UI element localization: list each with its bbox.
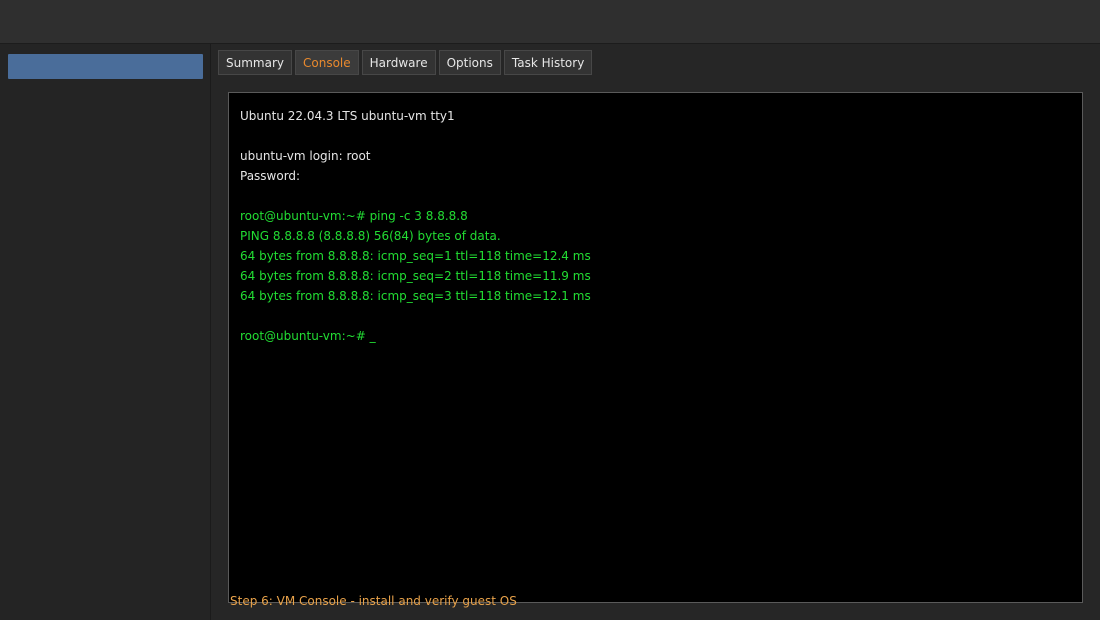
console-line: Password: [240,169,301,183]
tab-options[interactable]: Options [438,50,501,75]
sidebar-item-selected[interactable] [8,54,203,79]
tab-bar: Summary Console Hardware Options Task Hi… [218,50,593,76]
tab-hardware[interactable]: Hardware [361,50,436,75]
console-line: root@ubuntu-vm:~# _ [240,329,376,343]
tab-task-history[interactable]: Task History [503,50,593,75]
tab-console[interactable]: Console [295,50,359,75]
step-caption: Step 6: VM Console - install and verify … [230,594,517,608]
console-line: Ubuntu 22.04.3 LTS ubuntu-vm tty1 [240,109,455,123]
top-toolbar [0,0,1100,44]
console-line: ubuntu-vm login: root [240,149,371,163]
console-line: 64 bytes from 8.8.8.8: icmp_seq=3 ttl=11… [240,289,591,303]
main-panel: Summary Console Hardware Options Task Hi… [211,44,1100,620]
tab-summary[interactable]: Summary [218,50,292,75]
sidebar [0,44,211,620]
console-line: 64 bytes from 8.8.8.8: icmp_seq=2 ttl=11… [240,269,591,283]
console-line: 64 bytes from 8.8.8.8: icmp_seq=1 ttl=11… [240,249,591,263]
console-line: root@ubuntu-vm:~# ping -c 3 8.8.8.8 [240,209,468,223]
console-line: PING 8.8.8.8 (8.8.8.8) 56(84) bytes of d… [240,229,501,243]
vm-console-terminal[interactable]: Ubuntu 22.04.3 LTS ubuntu-vm tty1 ubuntu-… [228,92,1083,603]
